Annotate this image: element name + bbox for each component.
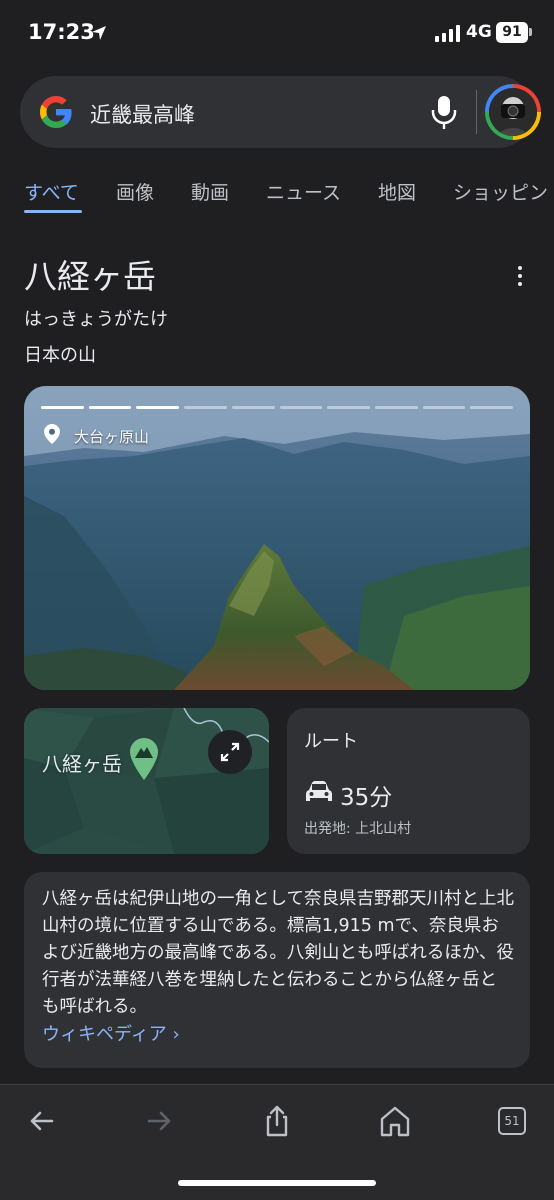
search-bar[interactable]: 近畿最高峰 bbox=[20, 76, 541, 148]
back-icon[interactable] bbox=[24, 1103, 60, 1139]
status-bar: 17:23 4G 91 bbox=[0, 0, 554, 68]
tab-news[interactable]: ニュース bbox=[266, 178, 341, 205]
status-time: 17:23 bbox=[28, 20, 95, 44]
route-origin: 出発地: 上北山村 bbox=[304, 821, 412, 837]
image-location-label: 大台ヶ原山 bbox=[74, 428, 150, 446]
route-card[interactable]: ルート 35分 出発地: 上北山村 bbox=[287, 708, 530, 854]
google-logo-icon bbox=[40, 96, 72, 128]
tab-images[interactable]: 画像 bbox=[116, 178, 154, 205]
avatar[interactable] bbox=[485, 84, 541, 140]
location-pin-icon bbox=[44, 424, 60, 444]
more-vert-icon[interactable] bbox=[508, 264, 532, 288]
car-icon bbox=[306, 781, 332, 801]
page-title: 八経ヶ岳 bbox=[24, 257, 156, 296]
expand-map-button[interactable] bbox=[208, 730, 252, 774]
route-title: ルート bbox=[304, 731, 358, 752]
location-arrow-icon bbox=[92, 26, 106, 40]
search-input[interactable]: 近畿最高峰 bbox=[90, 99, 195, 129]
title-reading: はっきょうがたけ bbox=[24, 309, 168, 330]
home-icon[interactable] bbox=[377, 1103, 413, 1139]
home-indicator[interactable] bbox=[178, 1180, 376, 1186]
expand-icon bbox=[220, 742, 240, 762]
mountain-pin-icon bbox=[130, 738, 158, 780]
hero-image[interactable]: 大台ヶ原山 bbox=[24, 386, 530, 690]
map-peak-label: 八経ヶ岳 bbox=[42, 752, 122, 776]
tab-all[interactable]: すべて bbox=[24, 178, 79, 205]
battery-tip bbox=[529, 28, 532, 36]
wikipedia-link[interactable]: ウィキペディア › bbox=[42, 1020, 180, 1046]
tab-shopping[interactable]: ショッピン bbox=[453, 178, 548, 205]
entity-subtitle: 日本の山 bbox=[24, 345, 96, 366]
search-tabs: すべて 画像 動画 ニュース 地図 ショッピン bbox=[0, 172, 554, 216]
story-progress bbox=[41, 406, 514, 409]
share-icon[interactable] bbox=[259, 1103, 295, 1139]
route-duration: 35分 bbox=[340, 785, 393, 811]
tabs-button[interactable]: 51 bbox=[498, 1103, 534, 1139]
signal-icon bbox=[435, 24, 461, 42]
search-divider bbox=[476, 90, 477, 134]
tab-videos[interactable]: 動画 bbox=[191, 178, 229, 205]
description-text: 八経ヶ岳は紀伊山地の一角として奈良県吉野郡天川村と上北山村の境に位置する山である… bbox=[42, 889, 514, 1017]
description-card: 八経ヶ岳は紀伊山地の一角として奈良県吉野郡天川村と上北山村の境に位置する山である… bbox=[24, 872, 530, 1068]
tab-maps[interactable]: 地図 bbox=[378, 178, 416, 205]
active-tab-indicator bbox=[24, 210, 82, 213]
map-card[interactable]: 八経ヶ岳 bbox=[24, 708, 269, 854]
battery-level: 91 bbox=[496, 22, 528, 43]
network-type: 4G bbox=[466, 22, 492, 42]
mic-icon[interactable] bbox=[430, 94, 458, 130]
forward-icon[interactable] bbox=[141, 1103, 177, 1139]
tab-count: 51 bbox=[498, 1107, 526, 1135]
